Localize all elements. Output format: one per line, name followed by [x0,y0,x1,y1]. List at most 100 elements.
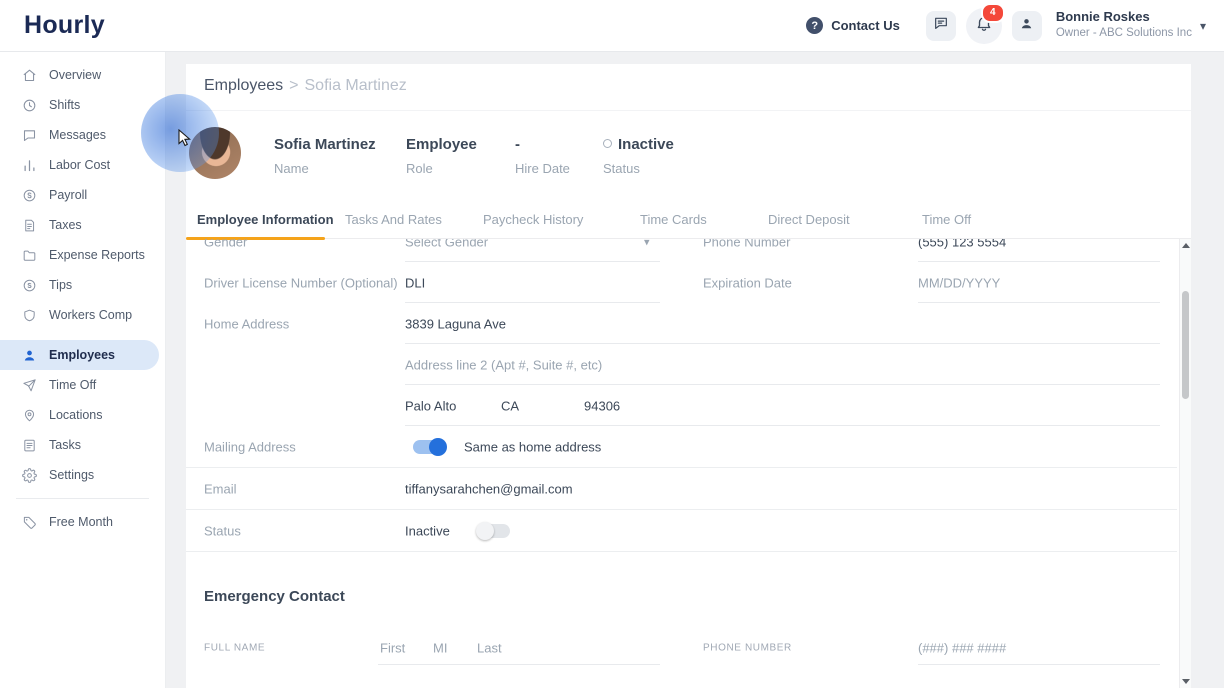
shield-icon [22,308,37,323]
help-icon[interactable]: ? [806,17,824,34]
messages-button[interactable] [925,10,956,41]
person-icon [22,348,37,363]
sidebar-item-label: Free Month [49,515,113,529]
employee-role: Employee [406,136,477,153]
first-name-input[interactable]: First [380,641,405,656]
sidebar-item-tasks[interactable]: Tasks [0,430,165,460]
tab-time-cards[interactable]: Time Cards [640,212,707,227]
full-name-label: FULL NAME [204,642,266,654]
name-label: Name [274,161,309,176]
state-input[interactable]: CA [501,398,519,413]
sidebar-item-employees[interactable]: Employees [0,340,159,370]
account-button[interactable] [1011,10,1042,41]
city-input[interactable]: Palo Alto [405,398,456,413]
expiration-date-input[interactable]: MM/DD/YYYY [918,275,1000,290]
form-row-mailing-address: Mailing Address Same as home address [186,426,1179,468]
status-dot-icon [603,139,612,148]
sidebar-divider [16,498,149,499]
sidebar-item-label: Shifts [49,98,81,112]
sidebar-item-free-month[interactable]: Free Month [0,507,165,537]
breadcrumb-current: Sofia Martinez [304,77,407,94]
emergency-phone-input[interactable]: (###) ### #### [918,641,1006,656]
home-address-input[interactable]: 3839 Laguna Ave [405,316,506,331]
form-row-gender-phone: Gender Select Gender ▾ Phone Number (555… [186,239,1179,262]
email-label: Email [204,481,237,497]
scrollbar-thumb[interactable] [1182,291,1189,399]
topbar: Hourly ? Contact Us 4 Bonnie Roskes Owne… [0,0,1224,52]
phone-number-label: Phone Number [703,239,791,249]
form-row-license-expiration: Driver License Number (Optional) DLI Exp… [186,262,1179,303]
sidebar-item-label: Labor Cost [49,158,111,172]
sidebar-item-label: Taxes [49,218,82,232]
scroll-up-arrow[interactable] [1181,243,1190,248]
sidebar-item-label: Tasks [49,438,81,452]
tab-time-off[interactable]: Time Off [922,212,971,227]
chevron-down-icon[interactable]: ▾ [1200,19,1206,33]
user-name: Bonnie Roskes [1055,9,1150,25]
mouse-cursor [176,128,194,152]
clock-icon [22,98,37,113]
sidebar-item-tips[interactable]: Tips [0,270,165,300]
send-icon [22,378,37,393]
form-row-email: Email tiffanysarahchen@gmail.com [186,468,1179,510]
tab-employee-information[interactable]: Employee Information [197,212,334,227]
sidebar-item-workers-comp[interactable]: Workers Comp [0,300,165,330]
status-toggle[interactable] [476,522,510,540]
scrollbar[interactable] [1179,239,1191,688]
phone-number-input[interactable]: (555) 123 5554 [918,239,1006,249]
last-name-input[interactable]: Last [477,641,502,656]
sidebar-item-label: Overview [49,68,102,82]
sidebar: Overview Shifts Messages Labor Cost Payr… [0,51,166,688]
gender-select[interactable]: Select Gender [405,239,488,249]
sidebar-item-locations[interactable]: Locations [0,400,165,430]
breadcrumb-employees[interactable]: Employees [204,77,283,94]
zip-input[interactable]: 94306 [584,398,620,413]
breadcrumb-separator: > [289,77,299,94]
sidebar-item-expense-reports[interactable]: Expense Reports [0,240,165,270]
sidebar-item-labor-cost[interactable]: Labor Cost [0,150,165,180]
user-role: Owner - ABC Solutions Inc [1055,27,1192,40]
topbar-actions: ? Contact Us 4 Bonnie Roskes Owner - ABC… [806,2,1206,44]
gender-label: Gender [204,239,248,249]
driver-license-input[interactable]: DLI [405,275,425,290]
tab-tasks-and-rates[interactable]: Tasks And Rates [345,212,442,227]
checklist-icon [22,438,37,453]
sidebar-item-taxes[interactable]: Taxes [0,210,165,240]
middle-initial-input[interactable]: MI [433,641,447,656]
role-label: Role [406,161,433,176]
tag-icon [22,515,37,530]
mailing-address-toggle[interactable] [413,438,447,456]
sidebar-item-time-off[interactable]: Time Off [0,370,165,400]
home-icon [22,68,37,83]
sidebar-item-overview[interactable]: Overview [0,60,165,90]
driver-license-label: Driver License Number (Optional) [204,275,398,290]
map-pin-icon [22,408,37,423]
contact-us-link[interactable]: Contact Us [831,18,900,33]
coin-icon [22,278,37,293]
sidebar-item-label: Time Off [49,378,97,392]
breadcrumb-divider [186,110,1191,111]
status-row-label: Status [204,523,241,539]
status-field: Inactive Status [603,136,674,176]
sidebar-item-shifts[interactable]: Shifts [0,90,165,120]
sidebar-item-settings[interactable]: Settings [0,460,165,490]
sidebar-item-payroll[interactable]: Payroll [0,180,165,210]
same-as-home-text: Same as home address [464,439,602,455]
sidebar-item-label: Settings [49,468,95,482]
address-line2-input[interactable]: Address line 2 (Apt #, Suite #, etc) [405,357,602,372]
home-address-label: Home Address [204,316,290,331]
user-menu[interactable]: Bonnie Roskes Owner - ABC Solutions Inc [1055,9,1192,40]
email-input[interactable]: tiffanysarahchen@gmail.com [405,482,573,497]
document-icon [22,218,37,233]
sidebar-item-label: Expense Reports [49,248,145,262]
breadcrumb: Employees > Sofia Martinez [204,77,407,95]
app-logo[interactable]: Hourly [24,11,105,40]
tab-direct-deposit[interactable]: Direct Deposit [768,212,850,227]
employee-status: Inactive [618,136,674,153]
sidebar-item-label: Payroll [49,188,88,202]
form-row-home-address: Home Address 3839 Laguna Ave [186,303,1179,344]
notifications-button[interactable]: 4 [965,2,1005,44]
tab-paycheck-history[interactable]: Paycheck History [483,212,583,227]
status-label: Status [603,161,640,176]
scroll-down-arrow[interactable] [1181,679,1190,684]
